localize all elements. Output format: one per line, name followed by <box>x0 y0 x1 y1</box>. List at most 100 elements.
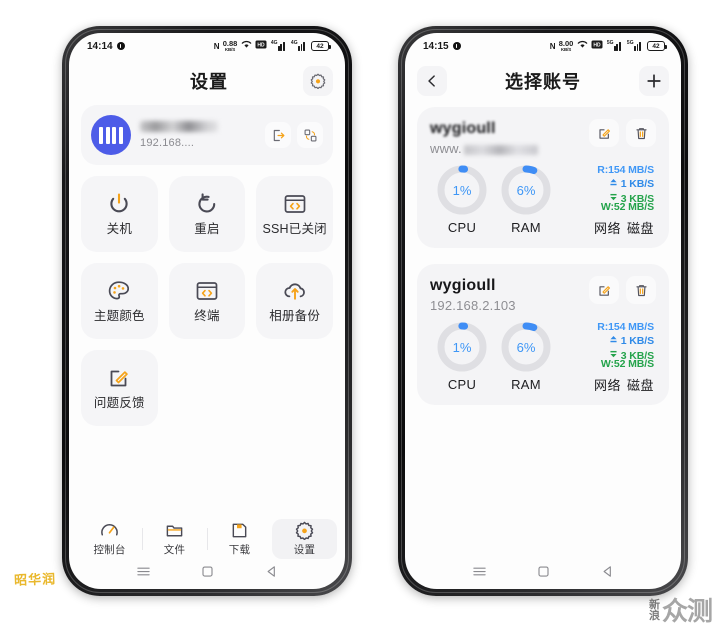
switch-account-button[interactable] <box>297 122 323 148</box>
settings-gear-button[interactable] <box>303 66 333 96</box>
trash-delete-icon <box>635 127 647 139</box>
cpu-value: 1% <box>452 182 472 198</box>
network-speed-unit: KB/S <box>560 46 572 52</box>
account-actions <box>589 119 656 147</box>
phone2-screen: 14:15 N 8.00 KB/S HD 5G 5G 42 选择账号 wygio… <box>405 33 681 589</box>
tile-label: 关机 <box>106 222 133 237</box>
back-icon[interactable] <box>264 564 279 584</box>
delete-account-button[interactable] <box>626 119 656 147</box>
home-icon[interactable] <box>536 564 551 584</box>
status-left: 14:15 <box>423 41 461 52</box>
upload-value: 1 KB/S <box>620 335 654 347</box>
nfc-icon: N <box>549 41 556 51</box>
power-off-icon <box>106 191 132 217</box>
logout-icon <box>273 129 284 141</box>
trash-delete-icon <box>635 284 647 296</box>
tile-feedback[interactable]: 问题反馈 <box>81 350 158 426</box>
battery-level: 42 <box>652 42 660 50</box>
tile-ssh[interactable]: SSH已关闭 <box>256 176 333 252</box>
signal-bars-1-icon: 4G <box>271 40 288 51</box>
account-identity: wygioull 192.168.2.103 <box>430 276 589 313</box>
vpn-icon: HD <box>591 40 603 52</box>
tile-power-off[interactable]: 关机 <box>81 176 158 252</box>
svg-text:HD: HD <box>258 43 266 49</box>
ram-gauge-wrap: 6% RAM <box>494 321 558 392</box>
tab-files[interactable]: 文件 <box>142 519 207 559</box>
signal-bars-1-icon: 5G <box>606 39 624 51</box>
tile-label: 相册备份 <box>269 309 321 324</box>
delete-account-button[interactable] <box>626 276 656 304</box>
gear-icon <box>310 73 326 89</box>
settings-gear-icon <box>295 521 314 540</box>
tile-label: 重启 <box>194 222 220 237</box>
cpu-gauge-wrap: 1% CPU <box>430 321 494 392</box>
disk-write-row: W:52 MB/S <box>558 201 654 213</box>
account-stats: 1% CPU 6% RAM R:154 MB/S 1 KB/S 3 KB/S W… <box>430 164 656 237</box>
signal-gen-2: 4G <box>290 39 298 46</box>
phone2-status-bar: 14:15 N 8.00 KB/S HD 5G 5G 42 <box>405 33 681 59</box>
account-card[interactable]: wygioull www. 1% CPU 6% RAM R:154 MB/S 1… <box>417 107 669 248</box>
tile-terminal[interactable]: 终端 <box>168 263 246 339</box>
tile-theme-color[interactable]: 主题颜色 <box>81 263 158 339</box>
profile-name-masked <box>140 121 218 132</box>
cloud-upload-icon <box>282 278 308 304</box>
disk-label: 磁盘 <box>626 221 654 236</box>
page-title: 设置 <box>190 72 228 92</box>
add-account-button[interactable] <box>639 66 669 96</box>
phone1-status-bar: 14:14 N 0.88 KB/S HD 4G 4G 42 <box>69 33 345 59</box>
signal-gen-1: 5G <box>606 39 614 46</box>
recents-icon[interactable] <box>472 564 487 584</box>
home-icon[interactable] <box>200 564 215 584</box>
ram-gauge: 6% <box>500 164 552 216</box>
edit-account-button[interactable] <box>589 276 619 304</box>
restart-icon <box>194 191 220 217</box>
svg-text:HD: HD <box>594 43 602 49</box>
ram-label: RAM <box>511 220 541 235</box>
tab-settings[interactable]: 设置 <box>272 519 337 559</box>
network-disk-stack: R:154 MB/S 1 KB/S 3 KB/S W:52 MB/S <box>558 321 654 371</box>
network-label: 网络 <box>593 221 621 236</box>
profile-text: 192.168.... <box>140 121 256 149</box>
wifi-icon <box>577 40 588 52</box>
network-disk-labels: 网络 磁盘 <box>594 375 654 394</box>
phone-device-accounts: 14:15 N 8.00 KB/S HD 5G 5G 42 选择账号 wygio… <box>398 26 688 596</box>
wifi-icon <box>241 40 252 52</box>
profile-card[interactable]: 192.168.... <box>81 105 333 165</box>
phone-device-settings: 14:14 N 0.88 KB/S HD 4G 4G 42 设置 192.168… <box>62 26 352 596</box>
back-button[interactable] <box>417 66 447 96</box>
network-disk-stack: R:154 MB/S 1 KB/S 3 KB/S W:52 MB/S <box>558 164 654 214</box>
edit-account-button[interactable] <box>589 119 619 147</box>
network-disk-stats: R:154 MB/S 1 KB/S 3 KB/S W:52 MB/S 网络 磁盘 <box>558 164 656 237</box>
network-speed-unit: KB/S <box>224 46 236 52</box>
page-title: 选择账号 <box>505 72 581 92</box>
watermark-left: 昭华润 <box>13 571 57 588</box>
ram-gauge: 6% <box>500 321 552 373</box>
ram-value: 6% <box>516 182 536 198</box>
tab-label: 设置 <box>293 543 316 556</box>
tab-downloads[interactable]: 下载 <box>207 519 272 559</box>
recents-icon[interactable] <box>136 564 151 584</box>
battery-icon: 42 <box>647 41 667 51</box>
account-card[interactable]: wygioull 192.168.2.103 1% CPU 6% RAM R:1… <box>417 264 669 405</box>
signal-gen-2: 5G <box>626 39 634 46</box>
logout-button[interactable] <box>265 122 291 148</box>
watermark-zhongce: 众测 <box>661 596 713 626</box>
tab-label: 文件 <box>163 543 186 556</box>
ssh-terminal-icon <box>282 191 308 217</box>
network-speed-indicator: 8.00 KB/S <box>559 40 574 52</box>
tab-console[interactable]: 控制台 <box>77 519 142 559</box>
screenshot-stage: 14:14 N 0.88 KB/S HD 4G 4G 42 设置 192.168… <box>0 0 720 630</box>
tile-label: SSH已关闭 <box>262 222 327 237</box>
battery-icon: 42 <box>311 41 331 51</box>
profile-ip: 192.168.... <box>140 137 195 149</box>
ram-gauge-wrap: 6% RAM <box>494 164 558 235</box>
tile-restart[interactable]: 重启 <box>168 176 246 252</box>
phone1-screen: 14:14 N 0.88 KB/S HD 4G 4G 42 设置 192.168… <box>69 33 345 589</box>
status-right: N 8.00 KB/S HD 5G 5G 42 <box>549 39 667 52</box>
settings-grid-row-1: 关机 重启 SSH已关闭 <box>81 176 333 252</box>
status-time: 14:15 <box>423 40 449 52</box>
tile-photo-backup[interactable]: 相册备份 <box>256 263 333 339</box>
back-icon[interactable] <box>600 564 615 584</box>
tile-label: 问题反馈 <box>93 396 145 411</box>
download-save-icon <box>230 522 249 540</box>
